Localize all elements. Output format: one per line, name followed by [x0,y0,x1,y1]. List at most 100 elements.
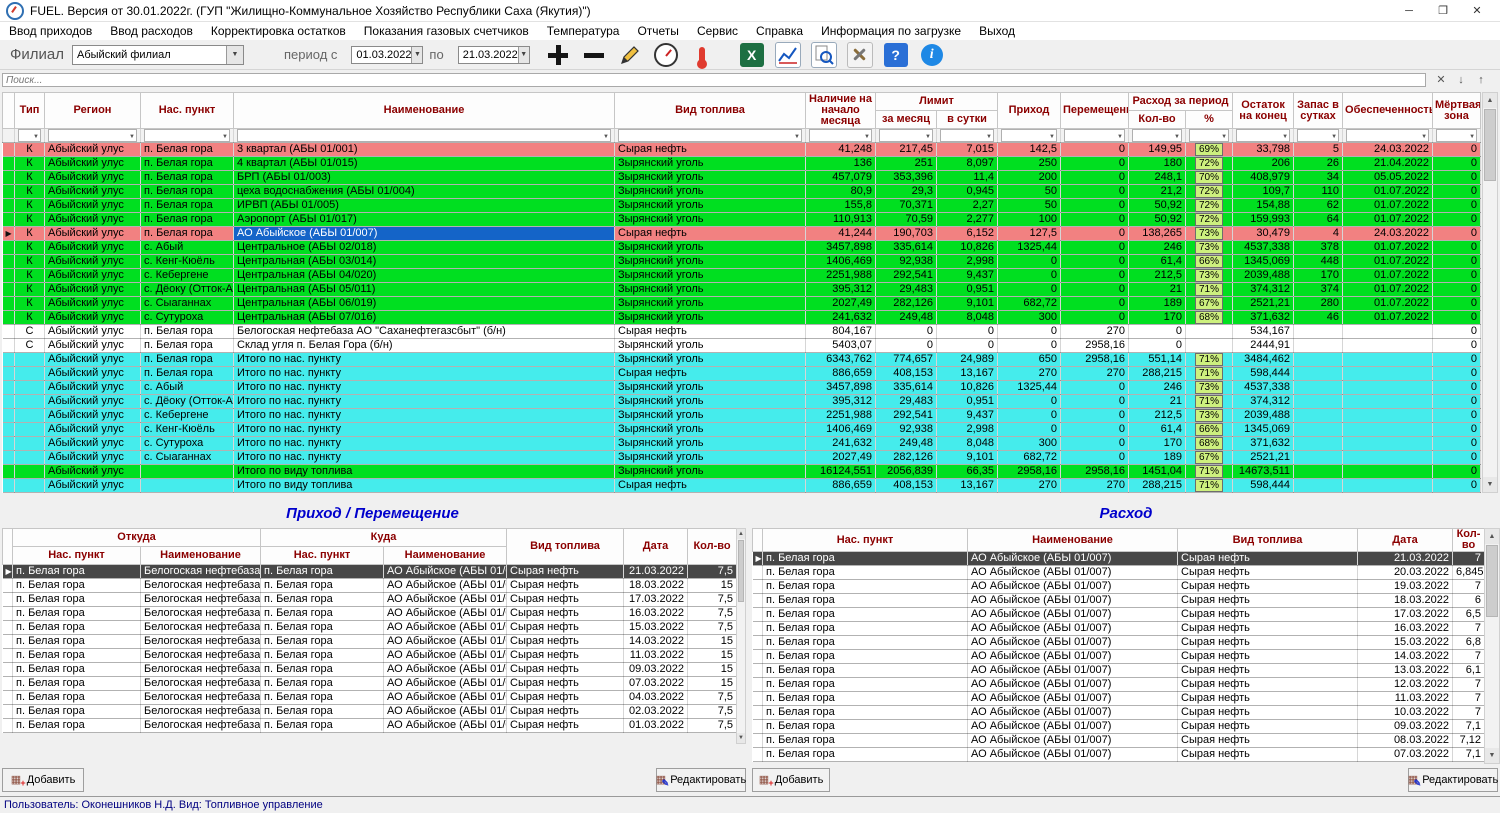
menu-item[interactable]: Показания газовых счетчиков [355,23,538,39]
table-row[interactable]: п. Белая гораАО Абыйское (АБЫ 01/007)Сыр… [753,650,1485,664]
cell[interactable] [15,479,45,493]
column-filter-combo[interactable]: ▼ [1064,129,1125,142]
cell[interactable]: 21 [1129,283,1186,297]
cell[interactable]: п. Белая гора [763,594,968,608]
cell[interactable]: 0 [1433,325,1481,339]
cell[interactable]: 2521,21 [1233,297,1294,311]
cell[interactable]: Зырянский уголь [615,171,806,185]
cell[interactable]: Абыйский улус [45,423,141,437]
cell[interactable]: 6 [1453,594,1485,608]
cell[interactable]: с. Кенг-Кюёль [141,423,234,437]
cell[interactable]: 07.03.2022 [624,677,688,691]
table-row[interactable]: п. Белая гораАО Абыйское (АБЫ 01/007)Сыр… [753,566,1485,580]
table-row[interactable]: КАбыйский улусп. Белая гора3 квартал (АБ… [3,143,1481,157]
cell[interactable]: с. Дёоку (Отток-Атах) [141,283,234,297]
cell[interactable]: 9,101 [937,451,998,465]
chevron-down-icon[interactable]: ▼ [226,46,243,64]
cell[interactable]: 2056,839 [876,465,937,479]
column-header-rashod[interactable]: Расход за период [1129,93,1233,111]
cell[interactable]: Абыйский улус [45,213,141,227]
cell[interactable]: 18.03.2022 [1358,594,1453,608]
cell[interactable]: 251 [876,157,937,171]
cell[interactable]: с. Сутуроха [141,311,234,325]
cell[interactable]: Абыйский улус [45,311,141,325]
cell[interactable]: 62 [1294,199,1343,213]
cell[interactable]: 0 [998,255,1061,269]
cell[interactable]: 61,4 [1129,255,1186,269]
cell[interactable]: 71% [1186,465,1233,479]
cell[interactable]: п. Белая гора [141,339,234,353]
cell[interactable]: с. Сыаганнах [141,451,234,465]
cell[interactable] [1343,395,1433,409]
cell[interactable]: 292,541 [876,269,937,283]
cell[interactable]: п. Белая гора [261,635,384,649]
cell[interactable]: АО Абыйское (АБЫ 01/007) [384,593,507,607]
cell[interactable]: п. Белая гора [13,705,141,719]
cell[interactable]: с. Кенг-Кюёль [141,255,234,269]
cell[interactable]: 0 [1061,437,1129,451]
cell[interactable]: Сырая нефть [507,607,624,621]
column-filter-combo[interactable]: ▼ [1297,129,1339,142]
table-row[interactable]: КАбыйский улусс. Дёоку (Отток-Атах)Центр… [3,283,1481,297]
cell[interactable]: 8,048 [937,437,998,451]
cell[interactable]: 2,998 [937,255,998,269]
cell[interactable]: 0 [1061,199,1129,213]
cell[interactable]: Сырая нефть [507,719,624,733]
cell[interactable]: п. Белая гора [261,705,384,719]
gas-counter-icon[interactable] [652,42,680,68]
cell[interactable]: 2521,21 [1233,451,1294,465]
cell[interactable]: 0 [876,325,937,339]
cell[interactable] [1343,367,1433,381]
cell[interactable]: АО Абыйское (АБЫ 01/007) [384,663,507,677]
menu-item[interactable]: Ввод приходов [0,23,101,39]
cell[interactable]: п. Белая гора [763,720,968,734]
cell[interactable]: Абыйский улус [45,255,141,269]
cell[interactable]: п. Белая гора [763,734,968,748]
column-header-nachalo[interactable]: Наличие на начало месяца [806,93,876,129]
cell[interactable]: п. Белая гора [261,663,384,677]
cell[interactable]: Абыйский улус [45,297,141,311]
cell[interactable]: 2,998 [937,423,998,437]
cell[interactable]: 3457,898 [806,241,876,255]
column-header-peremeshenie[interactable]: Перемещение [1061,93,1129,129]
cell[interactable]: 6,8 [1453,636,1485,650]
cell[interactable]: Зырянский уголь [615,395,806,409]
cell[interactable]: Зырянский уголь [615,339,806,353]
cell[interactable]: Итого по нас. пункту [234,451,615,465]
cell[interactable]: 395,312 [806,395,876,409]
cell[interactable]: 7,5 [688,705,737,719]
cell[interactable]: п. Белая гора [13,593,141,607]
cell[interactable]: 4 квартал (АБЫ 01/015) [234,157,615,171]
minimize-button[interactable]: ─ [1392,0,1426,22]
cell[interactable]: 127,5 [998,227,1061,241]
cell[interactable]: п. Белая гора [763,692,968,706]
table-row[interactable]: п. Белая гораБелогоская нефтебаза АО "Са… [3,705,737,719]
table-row[interactable]: п. Белая гораАО Абыйское (АБЫ 01/007)Сыр… [753,748,1485,762]
cell[interactable]: Сырая нефть [1178,692,1358,706]
cell[interactable]: 2958,16 [998,465,1061,479]
cell[interactable]: 2,277 [937,213,998,227]
cell[interactable]: К [15,269,45,283]
prihod-add-button[interactable]: ▦+ Добавить [2,768,84,792]
cell[interactable] [1343,479,1433,493]
cell[interactable]: с. Сутуроха [141,437,234,451]
cell[interactable]: 0 [1433,479,1481,493]
column-header-prihod[interactable]: Приход [998,93,1061,129]
cell[interactable]: Абыйский улус [45,367,141,381]
cell[interactable]: 7,5 [688,719,737,733]
cell[interactable]: 288,215 [1129,479,1186,493]
cell[interactable]: 0 [1061,227,1129,241]
column-filter-combo[interactable]: ▼ [1346,129,1429,142]
cell[interactable]: 374,312 [1233,395,1294,409]
cell[interactable]: 7,1 [1453,720,1485,734]
cell[interactable]: п. Белая гора [141,227,234,241]
cell[interactable]: 0 [998,283,1061,297]
cell[interactable]: Абыйский улус [45,283,141,297]
cell[interactable]: 11,4 [937,171,998,185]
info-icon[interactable]: i [918,42,946,68]
cell[interactable]: 16.03.2022 [624,607,688,621]
cell[interactable]: АО Абыйское (АБЫ 01/007) [968,664,1178,678]
cell[interactable]: 206 [1233,157,1294,171]
cell[interactable]: 2027,49 [806,451,876,465]
cell[interactable]: Белогоская нефтебаза АО "Саханефтегазсбы… [141,691,261,705]
